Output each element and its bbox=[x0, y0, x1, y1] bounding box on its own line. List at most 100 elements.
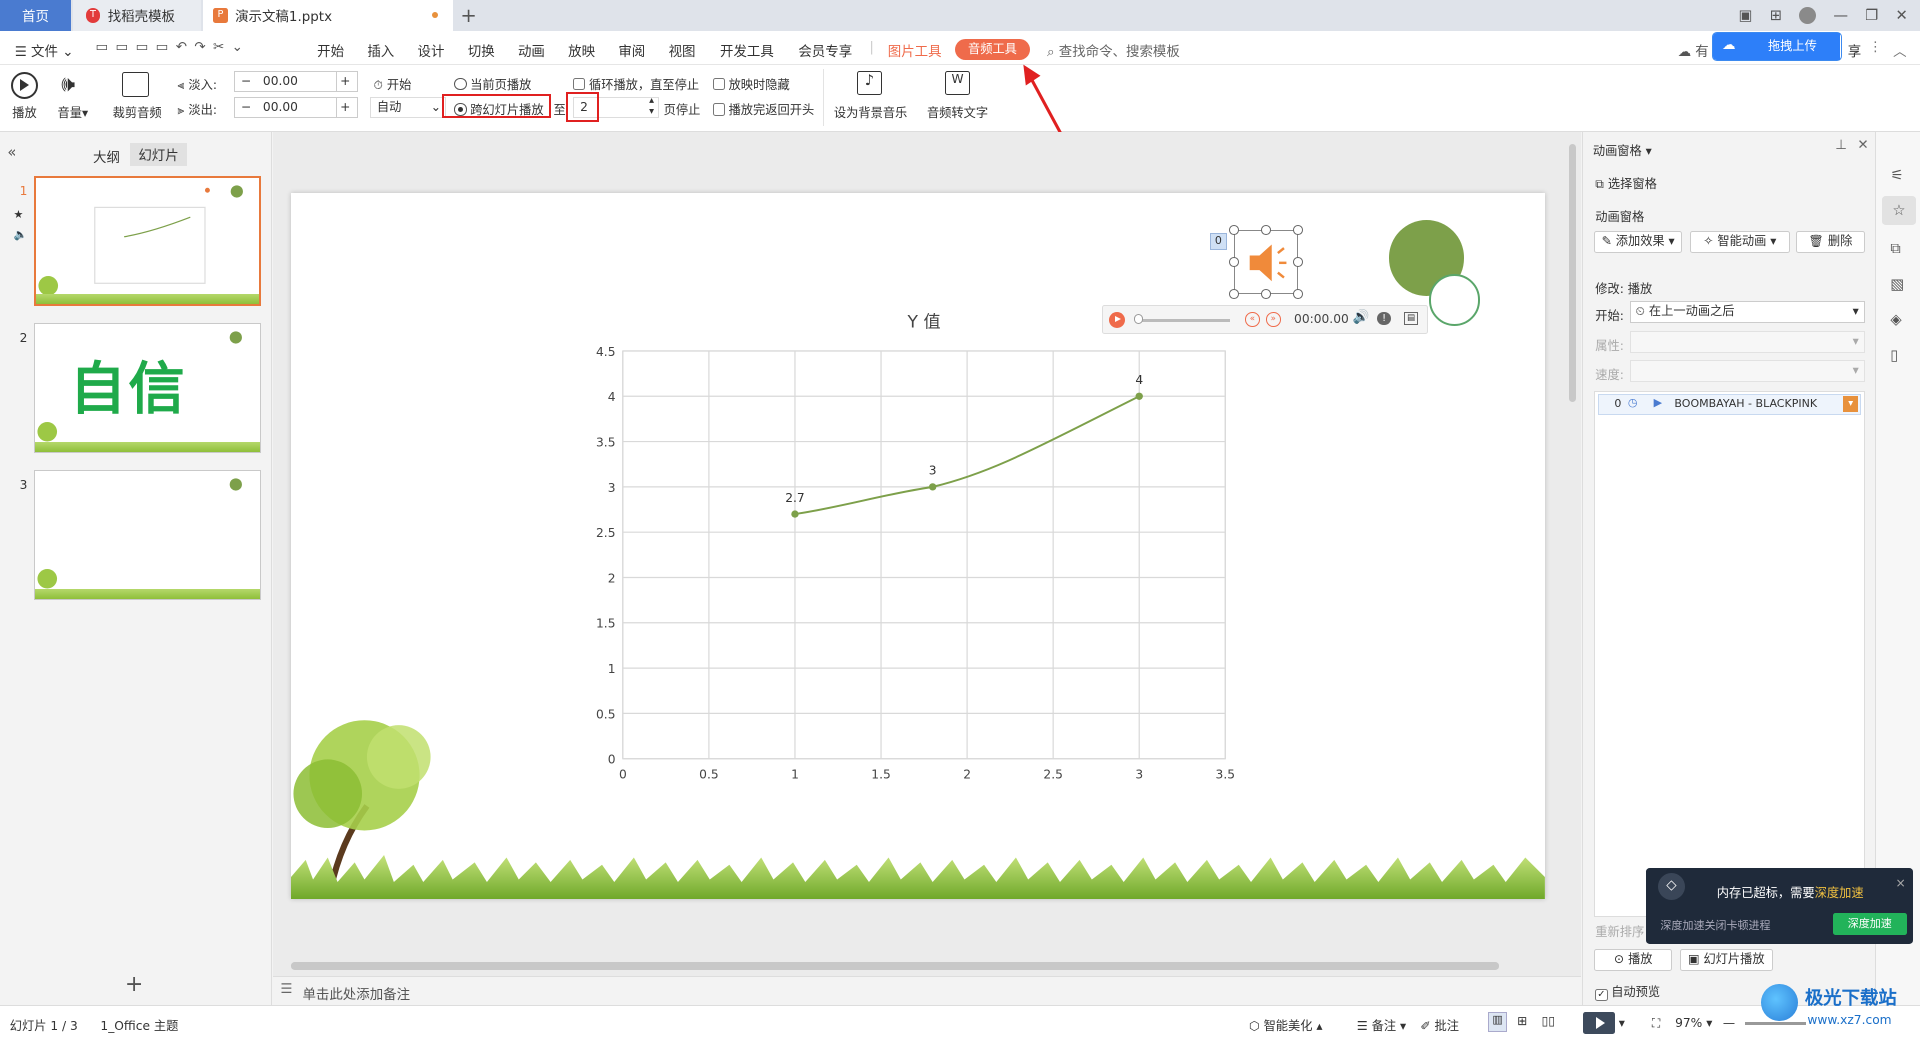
close-icon[interactable]: ✕ bbox=[1895, 7, 1907, 24]
fade-out-plus[interactable]: + bbox=[335, 96, 358, 118]
volume-icon[interactable]: 🕪 bbox=[61, 72, 75, 97]
audio-to-text-icon[interactable]: W bbox=[945, 71, 970, 96]
menu-picture-tools[interactable]: 图片工具 bbox=[888, 40, 942, 60]
location-icon[interactable]: ◈ bbox=[1890, 311, 1901, 328]
resize-handle[interactable] bbox=[1293, 288, 1303, 299]
share-label[interactable]: 享 bbox=[1848, 40, 1861, 60]
pin-icon[interactable]: ⊥ bbox=[1835, 138, 1847, 153]
beautify-button[interactable]: ⬡ 智能美化 ▴ bbox=[1249, 1016, 1323, 1034]
tab-document[interactable]: P 演示文稿1.pptx bbox=[203, 0, 454, 31]
cloud-status[interactable]: ☁ 有 bbox=[1678, 40, 1709, 60]
more-icon[interactable]: ⋮ bbox=[1869, 40, 1882, 55]
menu-insert[interactable]: 插入 bbox=[367, 40, 394, 60]
player-volume-icon[interactable]: 🔊 bbox=[1353, 310, 1370, 325]
add-effect-button[interactable]: ✎ 添加效果 ▾ bbox=[1594, 231, 1683, 254]
horizontal-scrollbar[interactable] bbox=[291, 962, 1499, 970]
delete-button[interactable]: 🗑 删除 bbox=[1796, 231, 1865, 254]
forward-icon[interactable]: » bbox=[1265, 312, 1281, 327]
fade-in-minus[interactable]: − bbox=[241, 74, 251, 88]
upload-box[interactable]: ☁ 拖拽上传 bbox=[1711, 31, 1842, 62]
toast-accelerate-button[interactable]: 深度加速 bbox=[1833, 913, 1907, 936]
menu-review[interactable]: 审阅 bbox=[618, 40, 645, 60]
autopreview-checkbox[interactable]: ✓ 自动预览 bbox=[1595, 982, 1660, 1002]
resize-handle[interactable] bbox=[1293, 257, 1303, 267]
tab-template[interactable]: T 找稻壳模板 bbox=[73, 0, 201, 31]
slide-thumbnail-1[interactable] bbox=[34, 176, 261, 307]
menu-slideshow[interactable]: 放映 bbox=[568, 40, 595, 60]
resize-handle[interactable] bbox=[1293, 225, 1303, 236]
start-dropdown[interactable]: ⏲ 在上一动画之后 ▾ bbox=[1629, 301, 1865, 324]
menu-home[interactable]: 开始 bbox=[317, 40, 344, 60]
slide-thumbnail-2[interactable]: 自信 bbox=[34, 323, 261, 454]
pane-close-icon[interactable]: ✕ bbox=[1857, 138, 1868, 153]
menu-developer[interactable]: 开发工具 bbox=[720, 40, 774, 60]
start-select[interactable]: 自动 ⌄ bbox=[369, 96, 446, 118]
menu-animation[interactable]: 动画 bbox=[518, 40, 545, 60]
menu-transition[interactable]: 切换 bbox=[468, 40, 495, 60]
animation-item[interactable]: 0 ◷ ▶ BOOMBAYAH - BLACKPINK ▾ bbox=[1597, 394, 1861, 415]
smart-animation-button[interactable]: ✧ 智能动画 ▾ bbox=[1689, 231, 1790, 254]
vertical-scrollbar[interactable] bbox=[1568, 144, 1576, 402]
play-icon[interactable] bbox=[11, 72, 38, 100]
player-scrubber[interactable] bbox=[1133, 314, 1144, 325]
fade-in-plus[interactable]: + bbox=[335, 71, 358, 92]
normal-view-icon[interactable]: ▥ bbox=[1487, 1012, 1508, 1032]
add-slide-button[interactable]: + bbox=[125, 972, 143, 997]
slide-thumbnail-3[interactable] bbox=[34, 470, 261, 600]
rewind-icon[interactable]: « bbox=[1245, 312, 1260, 327]
sorter-view-icon[interactable]: ⊞ bbox=[1517, 1014, 1527, 1028]
theme-name[interactable]: 1_Office 主题 bbox=[100, 1016, 178, 1034]
tab-home[interactable]: 首页 bbox=[0, 0, 72, 31]
speed-dropdown[interactable]: ▾ bbox=[1629, 359, 1865, 383]
player-settings-icon[interactable]: ▤ bbox=[1404, 312, 1418, 326]
comment-button[interactable]: ✐ 批注 bbox=[1420, 1016, 1459, 1034]
collapse-panel-icon[interactable]: « bbox=[7, 144, 16, 161]
select-pane-button[interactable]: ⧉ 选择窗格 bbox=[1595, 174, 1657, 192]
menu-member[interactable]: 会员专享 bbox=[798, 40, 852, 60]
line-chart[interactable]: 0 0.5 1 1.5 2 2.5 3 3.5 4 4.5 0 0.5 1 1.5 2 2.5 3 3.5 Y 值 2… bbox=[291, 193, 1545, 898]
loop-checkbox[interactable]: 循环播放，直至停止 bbox=[573, 75, 699, 93]
audio-tools-tab[interactable]: 音频工具 bbox=[955, 39, 1030, 60]
image-icon[interactable]: ▧ bbox=[1890, 276, 1904, 293]
slide-canvas[interactable]: 0 0.5 1 1.5 2 2.5 3 3.5 4 4.5 0 0.5 1 1.5 2 2.5 3 3.5 Y 值 2… bbox=[291, 193, 1546, 899]
resize-handle[interactable] bbox=[1229, 288, 1240, 299]
zoom-out-icon[interactable]: — bbox=[1723, 1016, 1735, 1030]
current-page-radio[interactable]: 当前页播放 bbox=[454, 75, 531, 93]
slides-tab[interactable]: 幻灯片 bbox=[129, 143, 188, 166]
pane-title[interactable]: 动画窗格 ▾ bbox=[1593, 141, 1652, 159]
grid-icon[interactable]: ⊞ bbox=[1770, 7, 1782, 24]
menu-design[interactable]: 设计 bbox=[418, 40, 445, 60]
spinner-icon[interactable]: ▴ ▾ bbox=[649, 95, 654, 117]
outline-tab[interactable]: 大纲 bbox=[93, 146, 120, 166]
menu-view[interactable]: 视图 bbox=[669, 40, 696, 60]
fade-out-minus[interactable]: − bbox=[241, 100, 251, 114]
player-progress[interactable] bbox=[1134, 319, 1231, 322]
notes-bar[interactable]: ☰ 单击此处添加备注 bbox=[273, 975, 1581, 1006]
resize-handle[interactable] bbox=[1261, 288, 1271, 299]
notes-button[interactable]: ☰ 备注 ▾ bbox=[1357, 1016, 1406, 1034]
new-tab-icon[interactable]: + bbox=[460, 4, 476, 27]
book-icon[interactable]: ▯ bbox=[1890, 347, 1898, 364]
slides-icon[interactable]: ⧉ bbox=[1890, 240, 1901, 257]
zoom-level[interactable]: 97% ▾ bbox=[1675, 1016, 1712, 1030]
avatar[interactable] bbox=[1799, 6, 1817, 24]
file-menu[interactable]: ☰ 文件 ⌄ bbox=[15, 40, 74, 60]
trim-audio-icon[interactable] bbox=[122, 72, 150, 97]
item-dropdown-icon[interactable]: ▾ bbox=[1843, 396, 1859, 413]
property-dropdown[interactable]: ▾ bbox=[1629, 330, 1865, 353]
hide-checkbox[interactable]: 放映时隐藏 bbox=[712, 75, 790, 93]
quick-access-toolbar[interactable]: ▭▭▭▭↶↷✂⌄ bbox=[96, 40, 251, 55]
search-box[interactable]: ⌕ 查找命令、搜索模板 bbox=[1047, 40, 1180, 60]
animation-star-icon[interactable]: ☆ bbox=[1881, 195, 1917, 226]
preview-play-button[interactable]: ⊙ 播放 bbox=[1594, 948, 1673, 971]
music-note-icon[interactable]: ♪ bbox=[857, 71, 882, 96]
fade-in-input[interactable]: − 00.00 bbox=[233, 71, 337, 92]
layout-icon[interactable]: ▣ bbox=[1739, 7, 1753, 24]
toast-close-icon[interactable]: × bbox=[1896, 876, 1906, 890]
rewind-checkbox[interactable]: 播放完返回开头 bbox=[712, 100, 814, 118]
fade-out-input[interactable]: − 00.00 bbox=[233, 96, 337, 118]
bg-music-label[interactable]: 设为背景音乐 bbox=[834, 103, 907, 121]
fit-icon[interactable]: ⛶ bbox=[1652, 1016, 1661, 1031]
reading-view-icon[interactable]: ▯▯ bbox=[1542, 1014, 1555, 1028]
slideshow-dropdown-icon[interactable]: ▾ bbox=[1619, 1016, 1625, 1030]
